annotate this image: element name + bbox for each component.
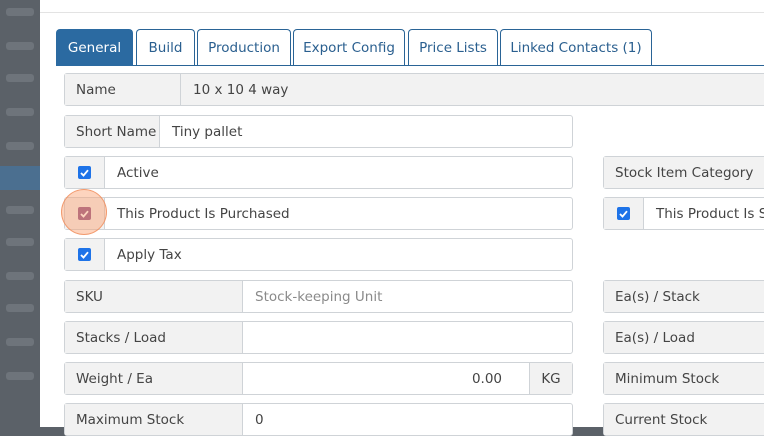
sidebar-item[interactable] <box>6 272 34 280</box>
sku-field[interactable]: SKU Stock-keeping Unit <box>64 280 573 313</box>
sold-checkbox-box[interactable] <box>604 198 644 229</box>
click-highlight <box>61 189 107 235</box>
weight-unit: KG <box>529 363 572 394</box>
tab-general[interactable]: General <box>56 29 133 66</box>
apply-tax-label: Apply Tax <box>117 246 182 263</box>
purchased-field[interactable]: This Product Is Purchased <box>64 197 573 230</box>
current-stock-field[interactable]: Current Stock <box>603 403 764 436</box>
short-name-input[interactable]: Tiny pallet <box>160 116 572 147</box>
minimum-stock-label: Minimum Stock <box>604 363 764 394</box>
sidebar-item[interactable] <box>6 142 34 150</box>
sidebar-item[interactable] <box>6 74 34 82</box>
purchased-label: This Product Is Purchased <box>117 205 290 222</box>
check-icon <box>80 251 89 259</box>
sidebar-item[interactable] <box>6 206 34 214</box>
stacks-load-label: Stacks / Load <box>65 322 243 353</box>
name-value: 10 x 10 4 way <box>193 81 289 98</box>
apply-tax-checkbox[interactable] <box>78 248 91 261</box>
tab-bar-border <box>56 65 764 66</box>
active-field[interactable]: Active <box>64 156 573 189</box>
active-label: Active <box>117 164 159 181</box>
active-checkbox[interactable] <box>78 166 91 179</box>
sidebar-item[interactable] <box>6 304 34 312</box>
weight-ea-input[interactable]: 0.00 <box>243 363 529 394</box>
short-name-field[interactable]: Short Name Tiny pallet <box>64 115 573 148</box>
ea-stack-field[interactable]: Ea(s) / Stack <box>603 280 764 313</box>
check-icon <box>80 169 89 177</box>
sold-field[interactable]: This Product Is Sold <box>603 197 764 230</box>
ea-load-label: Ea(s) / Load <box>604 322 764 353</box>
tab-production[interactable]: Production <box>197 29 291 65</box>
name-label: Name <box>65 74 181 105</box>
sold-label: This Product Is Sold <box>656 205 764 222</box>
maximum-stock-input[interactable]: 0 <box>243 404 572 435</box>
weight-ea-label: Weight / Ea <box>65 363 243 394</box>
sidebar-item[interactable] <box>6 42 34 50</box>
name-field: Name 10 x 10 4 way <box>64 73 764 106</box>
tab-export-config[interactable]: Export Config <box>293 29 405 65</box>
minimum-stock-field[interactable]: Minimum Stock <box>603 362 764 395</box>
tab-price-lists[interactable]: Price Lists <box>408 29 498 65</box>
current-stock-label: Current Stock <box>604 404 764 435</box>
maximum-stock-field[interactable]: Maximum Stock 0 <box>64 403 573 436</box>
sku-label: SKU <box>65 281 243 312</box>
sidebar <box>0 0 40 427</box>
sidebar-item[interactable] <box>6 338 34 346</box>
tab-linked-contacts[interactable]: Linked Contacts (1) <box>500 29 652 65</box>
apply-tax-field[interactable]: Apply Tax <box>64 238 573 271</box>
sidebar-item[interactable] <box>6 372 34 380</box>
divider <box>40 12 764 13</box>
sidebar-item-active[interactable] <box>0 166 40 190</box>
short-name-label: Short Name <box>65 116 160 147</box>
sidebar-item[interactable] <box>6 108 34 116</box>
ea-stack-label: Ea(s) / Stack <box>604 281 764 312</box>
active-checkbox-box[interactable] <box>65 157 105 188</box>
stacks-load-field[interactable]: Stacks / Load <box>64 321 573 354</box>
sidebar-item[interactable] <box>6 238 34 246</box>
check-icon <box>619 210 628 218</box>
stock-item-category-field[interactable]: Stock Item Category <box>603 156 764 189</box>
maximum-stock-label: Maximum Stock <box>65 404 243 435</box>
apply-tax-checkbox-box[interactable] <box>65 239 105 270</box>
ea-load-field[interactable]: Ea(s) / Load <box>603 321 764 354</box>
sku-input[interactable]: Stock-keeping Unit <box>243 281 572 312</box>
sidebar-item[interactable] <box>6 8 34 16</box>
weight-ea-field[interactable]: Weight / Ea 0.00 KG <box>64 362 573 395</box>
stock-item-category-label: Stock Item Category <box>604 157 764 188</box>
stacks-load-input[interactable] <box>243 322 572 353</box>
sold-checkbox[interactable] <box>617 207 630 220</box>
tab-build[interactable]: Build <box>136 29 195 65</box>
